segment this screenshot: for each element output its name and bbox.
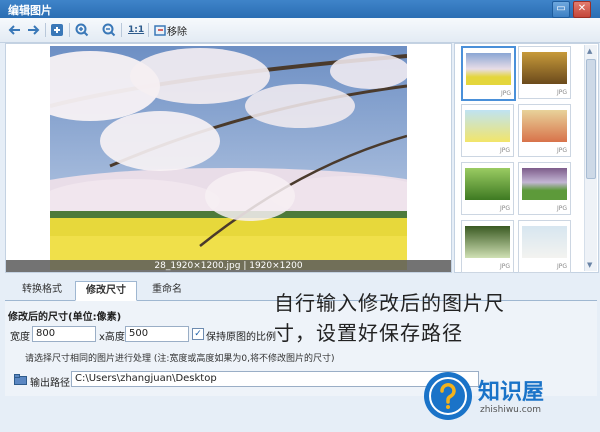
image-viewer[interactable]: 28_1920×1200.jpg | 1920×1200 <box>5 43 452 273</box>
minimize-button[interactable]: ▭ <box>552 1 570 18</box>
folder-icon <box>14 374 27 388</box>
annotation-line-1: 自行输入修改后的图片尺 <box>274 291 505 315</box>
question-bulb-icon <box>424 372 472 420</box>
tab-convert-format[interactable]: 转换格式 <box>11 281 73 299</box>
toolbar-divider <box>45 23 46 37</box>
thumbnail-item[interactable]: JPG <box>461 220 514 273</box>
scroll-up-icon[interactable]: ▲ <box>587 47 592 55</box>
thumbnail-item[interactable]: JPG <box>518 162 571 215</box>
thumbnail-item[interactable]: JPG <box>461 46 516 101</box>
toolbar-divider <box>148 23 149 37</box>
zoom-in-button[interactable] <box>75 22 89 38</box>
toolbar: 1:1 移除 <box>0 18 600 43</box>
close-button[interactable]: ✕ <box>573 1 591 18</box>
arrow-left-icon <box>8 25 20 35</box>
brand-url: zhishiwu.com <box>480 405 541 415</box>
forward-button[interactable] <box>26 22 40 38</box>
zoom-out-button[interactable] <box>102 22 116 38</box>
window-title: 编辑图片 <box>8 4 52 17</box>
tab-resize[interactable]: 修改尺寸 <box>75 281 137 301</box>
height-input[interactable]: 500 <box>125 326 189 342</box>
thumbnail-panel: JPG JPG JPG JPG JPG JPG JPG JPG ▲ ▼ <box>454 43 599 273</box>
thumbnail-item[interactable]: JPG <box>518 220 571 273</box>
output-path-input[interactable]: C:\Users\zhangjuan\Desktop <box>71 371 479 387</box>
back-button[interactable] <box>8 22 22 38</box>
remove-button[interactable]: 移除 <box>154 22 187 38</box>
brand-name: 知识屋 <box>478 380 545 405</box>
remove-label: 移除 <box>167 26 187 38</box>
keep-ratio-label: 保持原图的比例 <box>206 332 276 343</box>
thumbnail-scrollbar[interactable]: ▲ ▼ <box>584 45 597 271</box>
scroll-down-icon[interactable]: ▼ <box>587 261 592 269</box>
toolbar-divider <box>69 23 70 37</box>
resize-section-title: 修改后的尺寸(单位:像素) <box>8 312 122 323</box>
thumbnail-item[interactable]: JPG <box>461 162 514 215</box>
image-caption: 28_1920×1200.jpg | 1920×1200 <box>6 260 451 272</box>
height-label: x高度 <box>99 332 125 343</box>
remove-image-icon <box>154 24 166 36</box>
tab-rename[interactable]: 重命名 <box>139 281 195 299</box>
width-label: 宽度 <box>10 332 30 343</box>
annotation-text: 自行输入修改后的图片尺 寸，设置好保存路径 <box>274 288 600 348</box>
preview-image <box>50 46 407 270</box>
arrow-right-icon <box>28 25 40 35</box>
thumbnail-item[interactable]: JPG <box>461 104 514 157</box>
thumbnail-item[interactable]: JPG <box>518 104 571 157</box>
title-bar: 编辑图片 ▭ ✕ <box>0 0 600 18</box>
width-input[interactable]: 800 <box>32 326 96 342</box>
plus-square-icon <box>51 24 63 36</box>
keep-ratio-checkbox[interactable]: ✓ <box>192 328 204 340</box>
actual-size-button[interactable]: 1:1 <box>128 22 144 38</box>
zoom-in-icon <box>75 23 89 37</box>
resize-hint: 请选择尺寸相同的图片进行处理 (注:宽度或高度如果为0,将不修改图片的尺寸) <box>25 354 335 364</box>
zoom-out-icon <box>102 23 116 37</box>
add-button[interactable] <box>50 22 64 38</box>
scrollbar-thumb[interactable] <box>586 59 596 179</box>
annotation-line-2: 寸，设置好保存路径 <box>274 321 463 345</box>
thumbnail-item[interactable]: JPG <box>518 46 571 99</box>
output-path-label: 输出路径 <box>30 378 70 389</box>
brand-watermark: 知识屋 zhishiwu.com <box>420 368 592 424</box>
toolbar-divider <box>121 23 122 37</box>
